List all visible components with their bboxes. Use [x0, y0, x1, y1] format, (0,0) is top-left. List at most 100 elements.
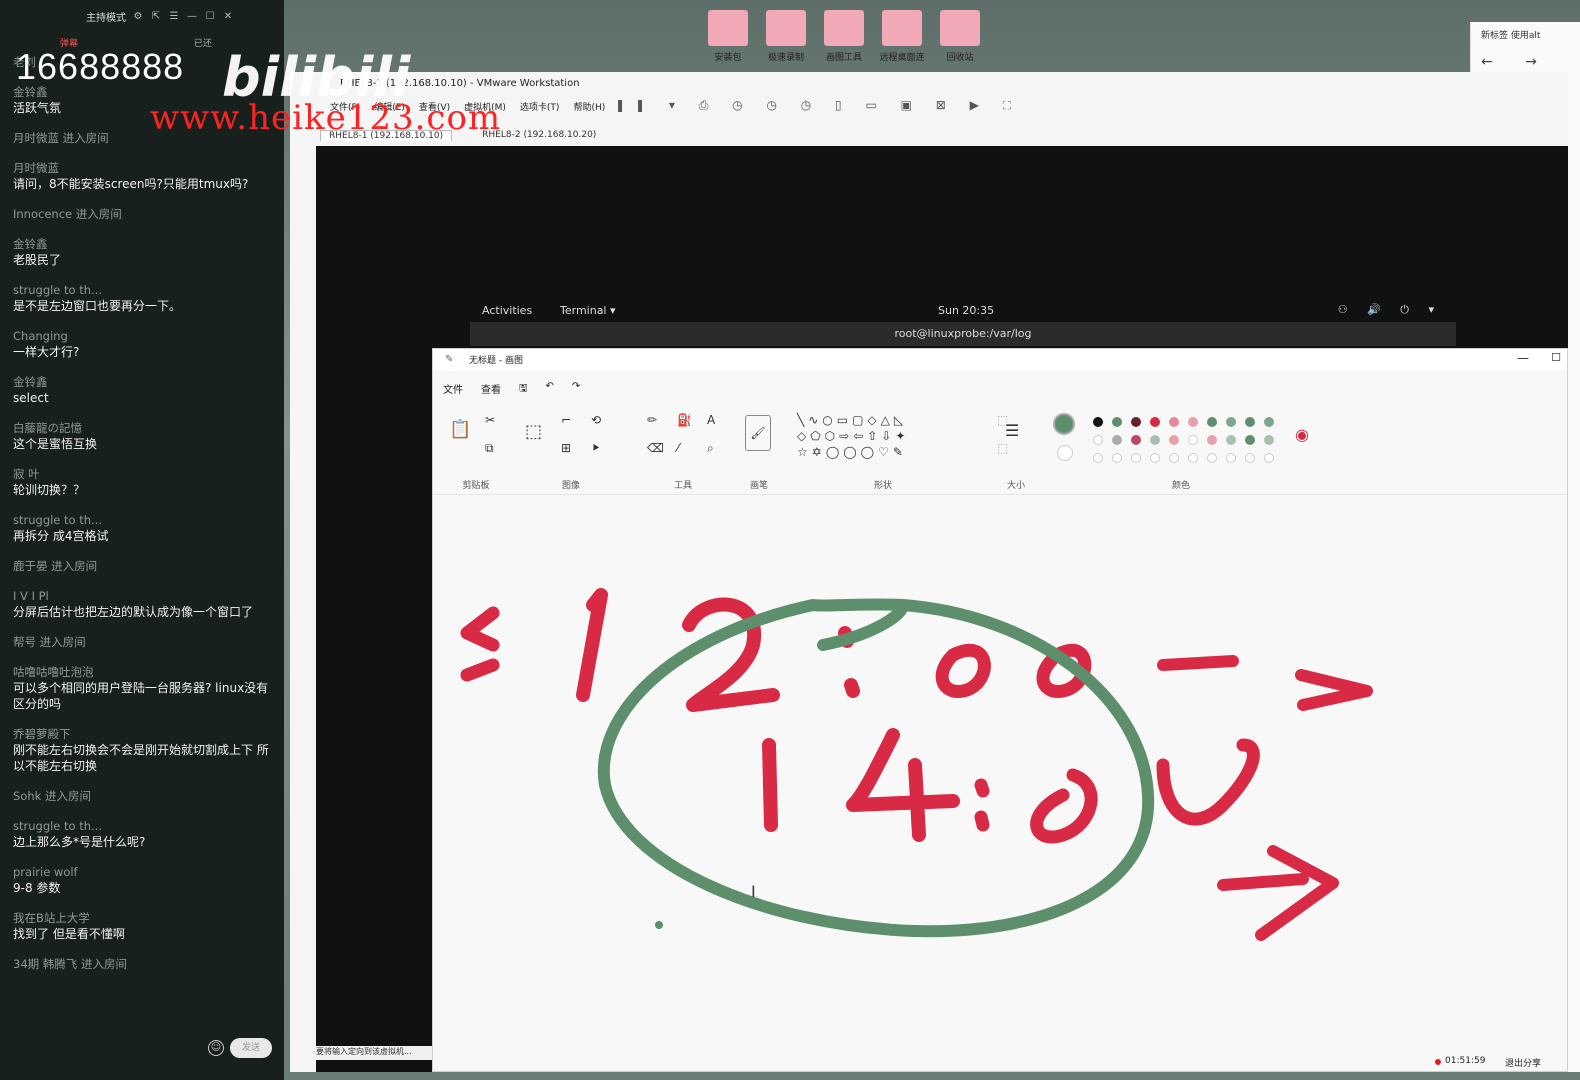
chat-username[interactable]: Changing: [13, 328, 275, 344]
palette-swatch[interactable]: [1207, 417, 1217, 427]
brush-icon[interactable]: 🖌: [745, 415, 771, 451]
palette-swatch[interactable]: [1245, 417, 1255, 427]
palette-swatch[interactable]: [1150, 435, 1160, 445]
palette-swatch[interactable]: [1264, 435, 1274, 445]
chat-username[interactable]: 金铃鑫: [13, 374, 275, 390]
gnome-app-menu[interactable]: Terminal ▾: [560, 304, 616, 317]
chat-username[interactable]: I V I Pl: [13, 588, 275, 604]
palette-swatch[interactable]: [1131, 435, 1141, 445]
desktop-shortcut[interactable]: 安装包: [704, 10, 752, 63]
rotate-icon[interactable]: ⟲: [591, 413, 601, 427]
palette-swatch[interactable]: [1245, 435, 1255, 445]
shortcut-icon: [766, 10, 806, 46]
palette-swatch[interactable]: [1264, 417, 1274, 427]
cut-icon[interactable]: ✂: [485, 413, 495, 427]
chat-username[interactable]: 月时微蓝: [13, 160, 275, 176]
palette-swatch[interactable]: [1093, 453, 1103, 463]
chat-username[interactable]: 咕噜咕噜吐泡泡: [13, 664, 275, 680]
chat-username[interactable]: 寂 叶: [13, 466, 275, 482]
menu-icon[interactable]: ☰: [168, 10, 180, 22]
magnifier-icon[interactable]: ⌕: [707, 441, 714, 456]
chat-username[interactable]: 金铃鑫: [13, 236, 275, 252]
palette-swatch[interactable]: [1226, 417, 1236, 427]
desktop-shortcut[interactable]: 远程桌面连: [878, 10, 926, 63]
chat-username[interactable]: 白藤龍の記憶: [13, 420, 275, 436]
palette-swatch[interactable]: [1150, 453, 1160, 463]
share-icon[interactable]: ⇱: [150, 10, 162, 22]
undo-icon[interactable]: ↶: [546, 381, 554, 398]
crop-icon[interactable]: ⌐: [561, 413, 571, 427]
browser-tab[interactable]: 新标签 使用alt: [1481, 28, 1540, 41]
picker-icon[interactable]: ⁄: [677, 441, 679, 455]
text-icon[interactable]: A: [707, 413, 715, 427]
paint-menu-view[interactable]: 查看: [481, 381, 501, 398]
paste-icon[interactable]: 📋: [449, 419, 471, 440]
palette-swatch[interactable]: [1188, 435, 1198, 445]
palette-swatch[interactable]: [1226, 435, 1236, 445]
fill-icon[interactable]: ⛽: [677, 413, 692, 427]
vm-toolbar-icons[interactable]: ❚❚ ▾ ⎙ ◷ ◷ ◷ ▯ ▭ ▣ ⊠ ▶ ⛶: [615, 98, 1021, 113]
chat-username[interactable]: prairie wolf: [13, 864, 275, 880]
maximize-icon[interactable]: ☐: [1551, 351, 1561, 364]
palette-swatch[interactable]: [1226, 453, 1236, 463]
color-2-swatch[interactable]: [1057, 445, 1073, 461]
palette-swatch[interactable]: [1207, 453, 1217, 463]
gnome-activities[interactable]: Activities: [482, 304, 532, 317]
flip-icon[interactable]: ⯈: [591, 441, 601, 456]
palette-swatch[interactable]: [1207, 435, 1217, 445]
palette-swatch[interactable]: [1131, 453, 1141, 463]
group-shapes: ╲∿○▭▢◇△◺ ◇⬠⬡⇨⇦⇧⇩✦ ☆✡◯◯◯♡✎ 形状: [793, 411, 973, 491]
redo-icon[interactable]: ↷: [572, 381, 580, 398]
palette-swatch[interactable]: [1264, 453, 1274, 463]
palette-swatch[interactable]: [1112, 435, 1122, 445]
palette-swatch[interactable]: [1188, 417, 1198, 427]
exit-share-button[interactable]: 退出分享: [1505, 1056, 1541, 1069]
vm-menu-help[interactable]: 帮助(H): [573, 100, 605, 113]
pencil-icon[interactable]: ✏: [647, 413, 657, 427]
desktop-shortcut[interactable]: 回收站: [936, 10, 984, 63]
color-1-swatch[interactable]: [1053, 413, 1075, 435]
vm-menu-tabs[interactable]: 选项卡(T): [520, 100, 560, 113]
gnome-tray-icons[interactable]: ⚇ 🔊 ⏻ ▾: [1338, 303, 1442, 317]
palette-swatch[interactable]: [1131, 417, 1141, 427]
paint-canvas[interactable]: I: [433, 495, 1567, 1055]
chat-username[interactable]: struggle to th...: [13, 282, 275, 298]
palette-swatch[interactable]: [1093, 435, 1103, 445]
chat-username[interactable]: 乔碧萝殿下: [13, 726, 275, 742]
line-size-icon[interactable]: ☰: [1005, 421, 1019, 440]
palette-swatch[interactable]: [1112, 417, 1122, 427]
chat-username[interactable]: struggle to th...: [13, 818, 275, 834]
close-icon[interactable]: ✕: [222, 10, 234, 22]
save-icon[interactable]: 🖫: [519, 381, 528, 398]
select-icon[interactable]: ⬚: [525, 421, 542, 442]
settings-icon[interactable]: ⚙: [132, 10, 144, 22]
gnome-clock[interactable]: Sun 20:35: [938, 304, 994, 317]
palette-swatch[interactable]: [1188, 453, 1198, 463]
minimize-icon[interactable]: —: [186, 10, 198, 22]
palette-swatch[interactable]: [1112, 453, 1122, 463]
palette-swatch[interactable]: [1150, 417, 1160, 427]
tab-other[interactable]: 已还: [194, 36, 212, 49]
palette-swatch[interactable]: [1169, 435, 1179, 445]
shapes-row-1-icons[interactable]: ╲∿○▭▢◇△◺: [797, 413, 907, 427]
eraser-icon[interactable]: ⌫: [647, 441, 664, 455]
palette-swatch[interactable]: [1245, 453, 1255, 463]
send-button[interactable]: 发送: [230, 1038, 272, 1058]
edit-colors-icon[interactable]: ◉: [1295, 425, 1309, 444]
palette-swatch[interactable]: [1169, 453, 1179, 463]
palette-swatch[interactable]: [1169, 417, 1179, 427]
paint-titlebar: ✎ 无标题 - 画图 — ☐: [433, 349, 1567, 371]
copy-icon[interactable]: ⧉: [485, 441, 494, 456]
palette-swatch[interactable]: [1093, 417, 1103, 427]
minimize-icon[interactable]: —: [1517, 351, 1529, 365]
shapes-row-2-icons[interactable]: ◇⬠⬡⇨⇦⇧⇩✦: [797, 429, 909, 443]
chat-username[interactable]: 我在B站上大学: [13, 910, 275, 926]
resize-icon[interactable]: ⊞: [561, 441, 571, 455]
emoji-icon[interactable]: ☺: [208, 1040, 224, 1056]
maximize-icon[interactable]: ☐: [204, 10, 216, 22]
paint-menu-file[interactable]: 文件: [443, 381, 463, 398]
chat-username[interactable]: struggle to th...: [13, 512, 275, 528]
desktop-shortcut[interactable]: 画图工具: [820, 10, 868, 63]
shapes-row-3-icons[interactable]: ☆✡◯◯◯♡✎: [797, 445, 907, 459]
desktop-shortcut[interactable]: 极速录制: [762, 10, 810, 63]
